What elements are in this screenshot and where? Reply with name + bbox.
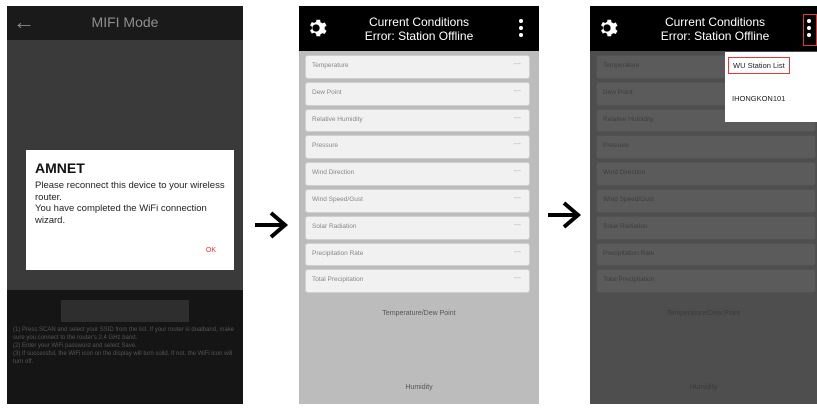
overflow-menu: WU Station List IHONGKON101	[725, 52, 817, 122]
row-value: ---	[514, 114, 521, 122]
list-item[interactable]: Wind Speed/Gust	[596, 188, 816, 213]
gear-icon[interactable]	[596, 17, 618, 39]
row-label: Wind Speed/Gust	[603, 195, 654, 203]
mifi-mode-screen: ← MIFI Mode (1) Press SCAN and select yo…	[7, 6, 243, 404]
row-label: Total Precipitation	[312, 276, 364, 284]
list-item[interactable]: Pressure ---	[305, 135, 530, 160]
row-value: ---	[514, 61, 521, 68]
row-label: Pressure	[312, 142, 339, 150]
list-item[interactable]: Pressure	[596, 135, 816, 160]
row-value: ---	[514, 168, 521, 176]
app-header: Current Conditions Error: Station Offlin…	[299, 6, 539, 51]
menu-item-station-id[interactable]: IHONGKON101	[732, 94, 785, 103]
gear-icon[interactable]	[305, 17, 327, 39]
list-item[interactable]: Wind Speed/Gust ---	[305, 188, 530, 213]
list-item[interactable]: Dew Point ---	[305, 81, 530, 106]
list-item[interactable]: Precipitation Rate ---	[305, 242, 530, 267]
row-label: Temperature	[603, 62, 640, 69]
row-label: Wind Direction	[603, 169, 646, 177]
ok-button[interactable]: OK	[206, 247, 216, 254]
kebab-menu-icon[interactable]	[807, 19, 811, 40]
screen-title: MIFI Mode	[91, 14, 159, 30]
section-title-humidity: Humidity	[689, 384, 718, 391]
row-label: Wind Direction	[312, 169, 355, 177]
list-item[interactable]: Wind Direction ---	[305, 162, 530, 186]
row-value: ---	[514, 87, 521, 95]
row-label: Relative Humidity	[312, 115, 363, 123]
station-menu-screen: Current Conditions Error: Station Offlin…	[590, 6, 817, 404]
list-item[interactable]: Solar Radiation	[596, 215, 816, 240]
reconnect-dialog: AMNET Please reconnect this device to yo…	[26, 150, 234, 270]
list-item[interactable]: Wind Direction	[596, 162, 816, 186]
row-label: Total Precipitation	[603, 276, 655, 284]
row-label: Solar Radiation	[312, 222, 357, 230]
row-label: Solar Radiation	[603, 222, 648, 230]
header-line-1: Current Conditions	[368, 15, 470, 29]
scan-button	[61, 300, 189, 322]
section-title-temperature: Temperature/Dew Point	[382, 310, 456, 317]
list-item[interactable]: Relative Humidity ---	[305, 108, 530, 133]
list-item[interactable]: Total Precipitation ---	[305, 269, 530, 294]
dialog-title: AMNET	[35, 160, 85, 176]
row-label: Relative Humidity	[603, 115, 654, 123]
row-value: ---	[514, 194, 521, 202]
list-item[interactable]: Temperature ---	[305, 55, 530, 79]
menu-item-wu-station-list[interactable]: WU Station List	[728, 57, 790, 74]
right-arrow-icon	[548, 201, 582, 229]
row-label: Wind Speed/Gust	[312, 195, 363, 203]
list-item[interactable]: Precipitation Rate	[596, 242, 816, 267]
current-conditions-screen: Current Conditions Error: Station Offlin…	[299, 6, 539, 404]
row-label: Pressure	[603, 142, 630, 150]
right-arrow-icon	[255, 211, 289, 239]
row-label: Precipitation Rate	[603, 249, 655, 257]
header-line-2: Error: Station Offline	[660, 29, 770, 43]
conditions-list: Temperature --- Dew Point --- Relative Hum…	[305, 55, 530, 296]
row-label: Temperature	[312, 62, 349, 69]
section-title-temperature: Temperature/Dew Point	[666, 310, 741, 317]
row-label: Dew Point	[312, 88, 342, 96]
row-value: ---	[514, 275, 521, 283]
header-line-1: Current Conditions	[664, 15, 766, 29]
row-label: Dew Point	[603, 88, 633, 96]
row-value: ---	[514, 248, 521, 256]
row-value: ---	[514, 221, 521, 229]
app-header: Current Conditions Error: Station Offlin…	[590, 6, 817, 51]
list-item[interactable]: Total Precipitation	[596, 269, 816, 294]
setup-instructions: (1) Press SCAN and select your SSID from…	[13, 327, 235, 365]
kebab-menu-icon[interactable]	[519, 19, 523, 40]
row-label: Precipitation Rate	[312, 249, 364, 257]
row-value: ---	[514, 141, 521, 149]
header-line-2: Error: Station Offline	[364, 29, 474, 43]
dialog-message: Please reconnect this device to your wir…	[35, 180, 225, 226]
header-title: Current Conditions Error: Station Offlin…	[630, 15, 800, 43]
header-title: Current Conditions Error: Station Offlin…	[339, 15, 499, 43]
section-title-humidity: Humidity	[405, 384, 433, 391]
list-item[interactable]: Solar Radiation ---	[305, 215, 530, 240]
top-bar: ← MIFI Mode	[7, 6, 243, 40]
